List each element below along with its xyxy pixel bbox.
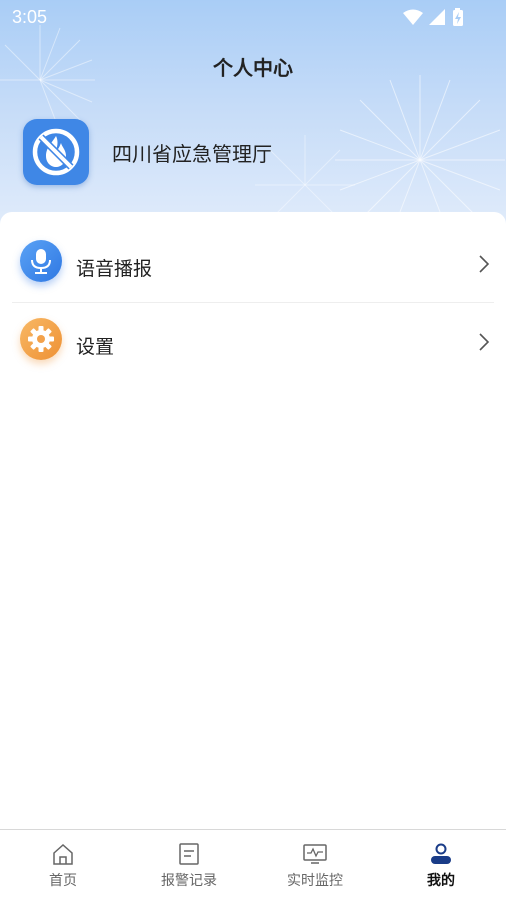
bottom-tab-bar: 首页 报警记录 实时监控 我的	[0, 829, 506, 901]
tab-live-monitor[interactable]: 实时监控	[252, 830, 378, 901]
tab-mine[interactable]: 我的	[378, 830, 504, 901]
chevron-right-icon	[479, 333, 490, 351]
home-icon	[53, 843, 73, 865]
tab-label: 我的	[427, 873, 455, 889]
tab-label: 实时监控	[287, 873, 343, 889]
microphone-icon	[20, 240, 62, 282]
monitor-icon	[303, 844, 327, 864]
status-time: 3:05	[12, 7, 48, 27]
signal-icon	[429, 9, 445, 25]
document-icon	[179, 843, 199, 865]
profile-icon	[431, 843, 451, 864]
menu-item-settings[interactable]: 设置	[0, 304, 506, 382]
avatar[interactable]	[23, 119, 89, 185]
menu-item-label: 语音播报	[76, 258, 153, 280]
menu-item-label: 设置	[76, 336, 115, 358]
tab-home[interactable]: 首页	[0, 830, 126, 901]
battery-icon	[453, 8, 463, 26]
page-title: 个人中心	[213, 56, 293, 80]
status-bar: 3:05	[0, 0, 506, 36]
gear-icon	[20, 318, 62, 360]
tab-alarm-records[interactable]: 报警记录	[126, 830, 252, 901]
tab-label: 报警记录	[161, 873, 217, 889]
organization-name: 四川省应急管理厅	[112, 142, 272, 166]
menu-card: 语音播报 设置	[0, 212, 506, 830]
fire-prohibition-logo-icon	[32, 128, 80, 176]
tab-label: 首页	[49, 873, 77, 889]
menu-item-voice-broadcast[interactable]: 语音播报	[0, 222, 506, 300]
chevron-right-icon	[479, 255, 490, 273]
status-icons	[402, 8, 470, 28]
divider	[12, 302, 494, 303]
wifi-icon	[403, 9, 423, 25]
